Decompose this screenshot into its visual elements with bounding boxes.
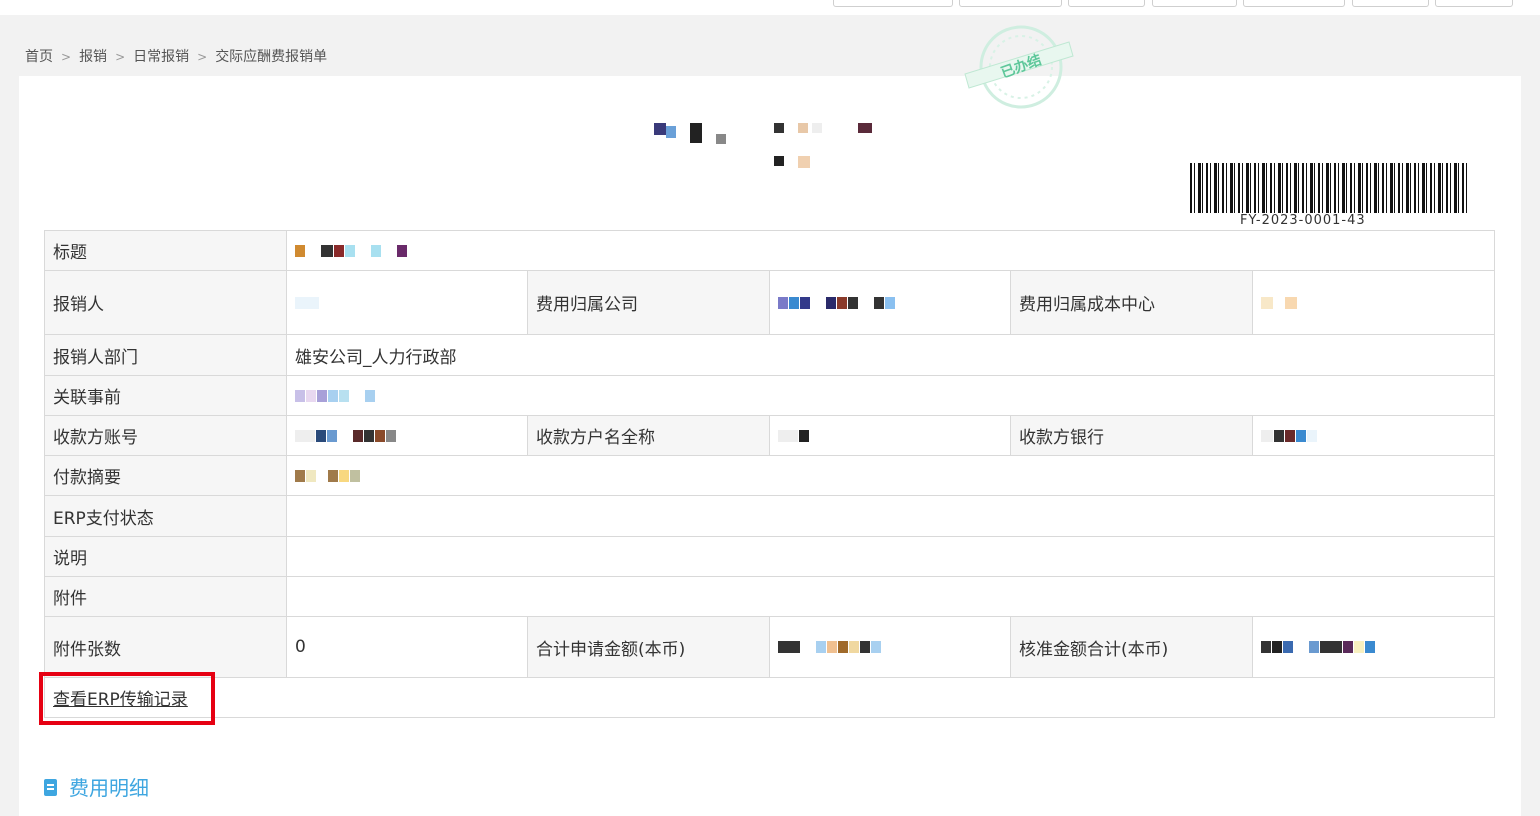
breadcrumb-separator: > (197, 50, 208, 64)
attachment-label: 附件 (44, 576, 287, 617)
form-row-note: 说明 (44, 536, 1495, 577)
erp-status-value (286, 495, 1495, 537)
breadcrumb-daily[interactable]: 日常报销 (133, 49, 189, 65)
total-apply-label: 合计申请金额(本币) (527, 616, 770, 678)
form-row-erp-status: ERP支付状态 (44, 495, 1495, 537)
expense-detail-section-header: 费用明细 (44, 772, 149, 801)
breadcrumb-home[interactable]: 首页 (25, 49, 53, 65)
form-row-attachment: 附件 (44, 576, 1495, 617)
barcode-number: FY-2023-0001-43 (1240, 213, 1366, 228)
attachment-count-label: 附件张数 (44, 616, 287, 678)
breadcrumb-reimburse[interactable]: 报销 (79, 49, 107, 65)
form-row-department: 报销人部门 雄安公司_人力行政部 (44, 334, 1495, 376)
note-value (286, 536, 1495, 577)
account-name-value-redacted (769, 415, 1011, 456)
title-value-redacted (286, 230, 1495, 271)
reimbursement-form-table: 标题 报销人 费用归属公司 费用归属成本中心 报销人部门 雄安公司_人力行政部 … (44, 230, 1495, 718)
title-label: 标题 (44, 230, 287, 271)
highlight-box (39, 672, 215, 725)
erp-link-cell: 查看ERP传输记录 (44, 677, 1495, 718)
breadcrumb: 首页 > 报销 > 日常报销 > 交际应酬费报销单 (25, 46, 327, 66)
total-approved-label: 核准金额合计(本币) (1010, 616, 1253, 678)
cost-center-value-redacted (1252, 270, 1495, 335)
account-name-label: 收款方户名全称 (527, 415, 770, 456)
department-value: 雄安公司_人力行政部 (286, 334, 1495, 376)
bank-value-redacted (1252, 415, 1495, 456)
form-row-erp-link: 查看ERP传输记录 (44, 677, 1495, 718)
total-apply-value-redacted (769, 616, 1011, 678)
toolbar-button[interactable] (959, 0, 1062, 7)
form-row-title: 标题 (44, 230, 1495, 271)
toolbar-button[interactable] (1068, 0, 1145, 7)
related-label: 关联事前 (44, 375, 287, 416)
breadcrumb-current: 交际应酬费报销单 (215, 49, 328, 65)
account-label: 收款方账号 (44, 415, 287, 456)
toolbar-button[interactable] (1152, 0, 1237, 7)
applicant-label: 报销人 (44, 270, 287, 335)
bank-label: 收款方银行 (1010, 415, 1253, 456)
barcode-image (1190, 163, 1470, 213)
expense-company-label: 费用归属公司 (527, 270, 770, 335)
note-label: 说明 (44, 536, 287, 577)
document-icon (44, 779, 57, 796)
expense-company-value-redacted (769, 270, 1011, 335)
toolbar-button[interactable] (1352, 0, 1429, 7)
department-label: 报销人部门 (44, 334, 287, 376)
account-value-redacted (286, 415, 528, 456)
breadcrumb-separator: > (115, 50, 126, 64)
erp-status-label: ERP支付状态 (44, 495, 287, 537)
form-row-related: 关联事前 (44, 375, 1495, 416)
breadcrumb-separator: > (61, 50, 72, 64)
attachment-value (286, 576, 1495, 617)
form-row-payee: 收款方账号 收款方户名全称 收款方银行 (44, 415, 1495, 456)
toolbar-button[interactable] (1435, 0, 1513, 7)
top-toolbar (0, 0, 1540, 15)
toolbar-button[interactable] (1243, 0, 1345, 7)
total-approved-value-redacted (1252, 616, 1495, 678)
summary-label: 付款摘要 (44, 455, 287, 496)
related-value-redacted[interactable] (286, 375, 1495, 416)
form-row-applicant: 报销人 费用归属公司 费用归属成本中心 (44, 270, 1495, 335)
applicant-value-redacted (286, 270, 528, 335)
summary-value-redacted (286, 455, 1495, 496)
toolbar-button[interactable] (833, 0, 953, 7)
cost-center-label: 费用归属成本中心 (1010, 270, 1253, 335)
document-title-redacted (640, 118, 900, 168)
form-row-summary: 付款摘要 (44, 455, 1495, 496)
form-row-totals: 附件张数 0 合计申请金额(本币) 核准金额合计(本币) (44, 616, 1495, 678)
attachment-count-value: 0 (286, 616, 528, 678)
expense-detail-title: 费用明细 (69, 776, 149, 800)
